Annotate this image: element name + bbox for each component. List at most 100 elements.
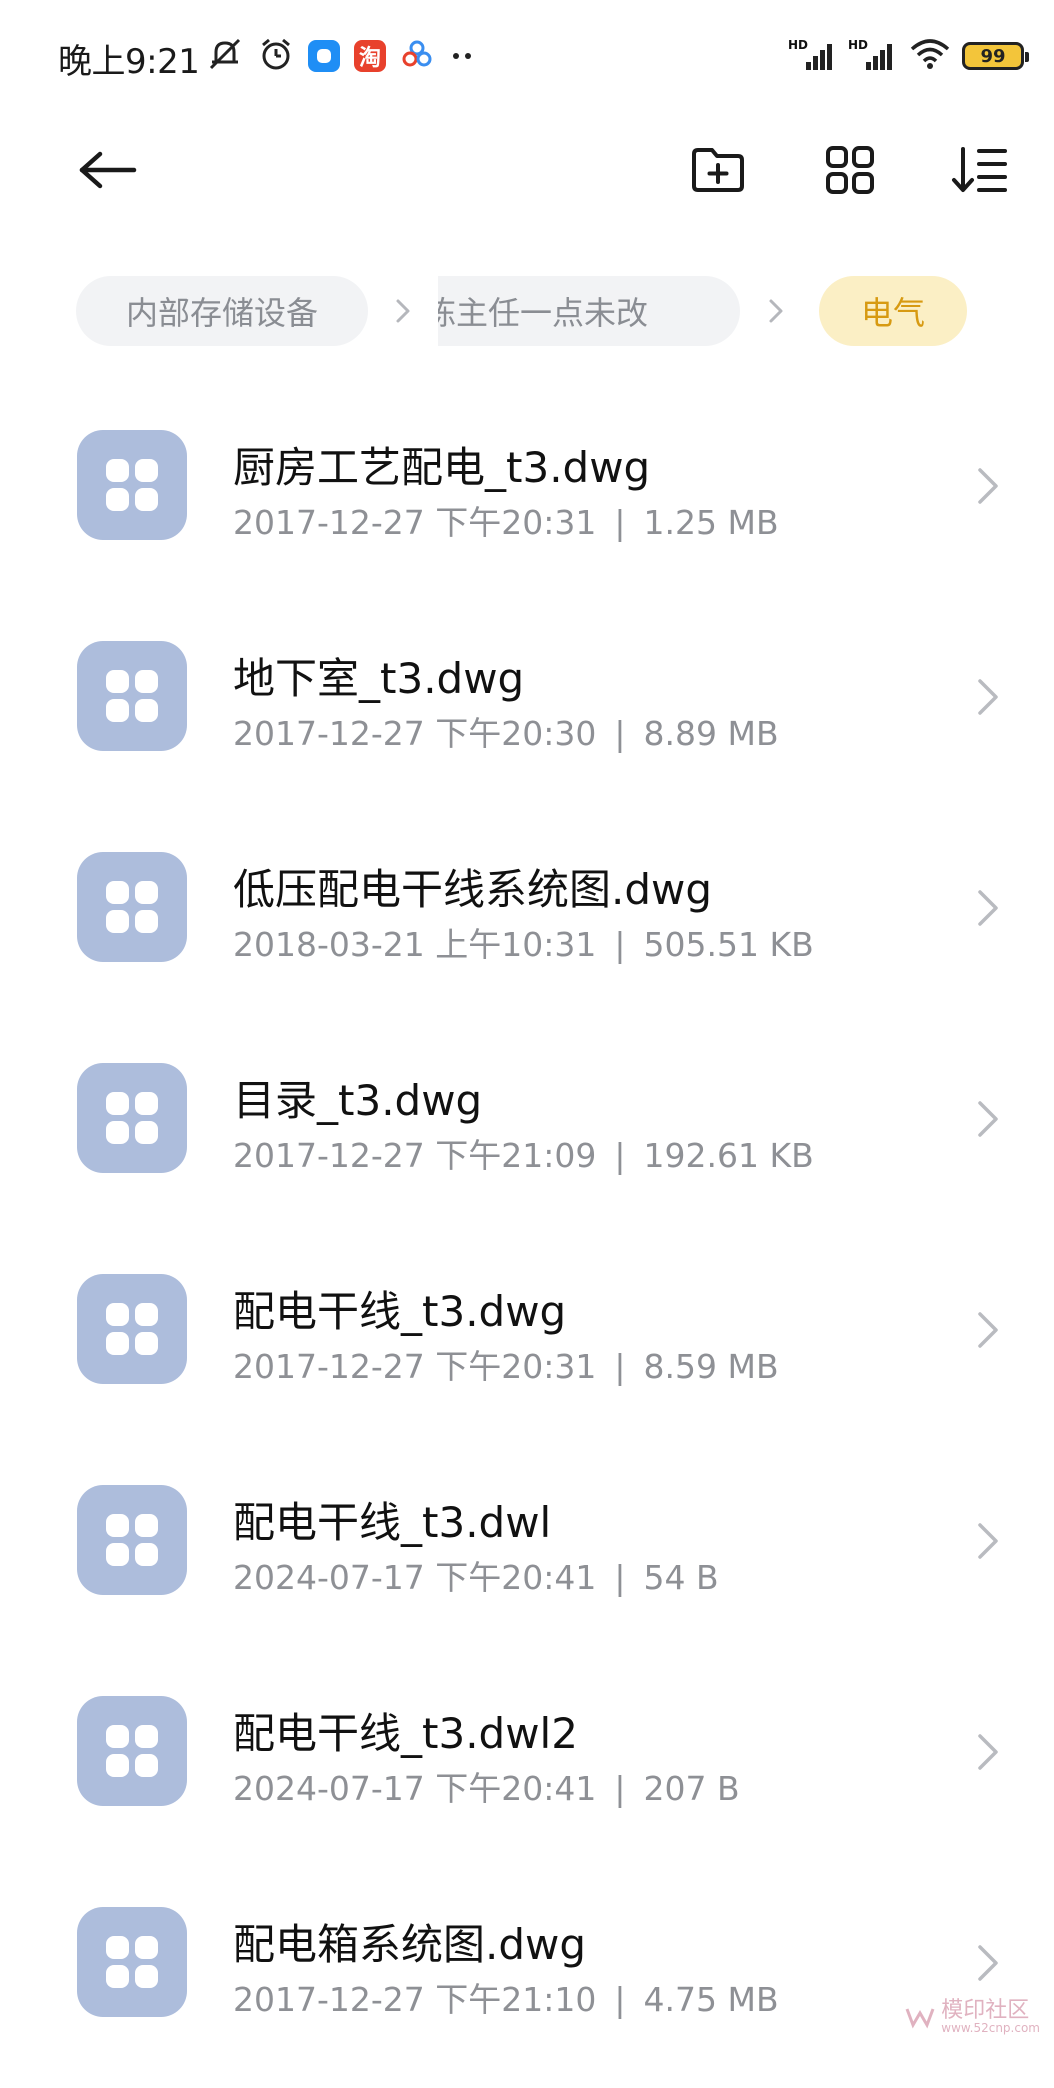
alarm-clock-icon (258, 36, 294, 76)
chevron-right-icon (978, 1101, 998, 1137)
breadcrumb: 内部存储设备 陈主任一点未改 电气 (76, 276, 1054, 348)
file-meta: 2024-07-17 下午20:41 | 54 B (233, 1551, 719, 1599)
arrow-left-icon (79, 151, 137, 189)
list-item[interactable]: 配电箱系统图.dwg 2017-12-27 下午21:10 | 4.75 MB (0, 1877, 1054, 2088)
watermark-logo-icon (905, 2008, 935, 2029)
status-right-icons: HD HD 99 (788, 36, 1029, 76)
back-button[interactable] (76, 138, 140, 202)
meta-separator: | (614, 925, 626, 964)
file-date: 2017-12-27 下午21:10 (233, 1980, 597, 2019)
file-list: 厨房工艺配电_t3.dwg 2017-12-27 下午20:31 | 1.25 MB 地… (0, 400, 1054, 2088)
breadcrumb-label: 电气 (860, 294, 925, 332)
file-name: 配电干线_t3.dwg (233, 1287, 567, 1336)
breadcrumb-label: 陈主任一点未改 (438, 294, 649, 332)
signal-icon: HD (788, 38, 838, 74)
watermark: 模印社区 www.52cnp.com (905, 2000, 1040, 2034)
file-meta: 2017-12-27 下午20:30 | 8.89 MB (233, 707, 779, 755)
file-size: 4.75 MB (643, 1980, 779, 2019)
meta-separator: | (614, 1136, 626, 1175)
file-date: 2018-03-21 上午10:31 (233, 925, 597, 964)
file-type-icon (77, 1063, 187, 1173)
list-item[interactable]: 低压配电干线系统图.dwg 2018-03-21 上午10:31 | 505.51 K… (0, 822, 1054, 1033)
breadcrumb-item-folder[interactable]: 陈主任一点未改 (438, 276, 740, 346)
breadcrumb-item-internal-storage[interactable]: 内部存储设备 (76, 276, 368, 346)
app-badge-blue-icon (308, 40, 340, 72)
meta-separator: | (614, 714, 626, 753)
file-type-icon (77, 852, 187, 962)
watermark-text: 模印社区 (941, 1998, 1030, 2023)
file-name: 配电干线_t3.dwl (233, 1498, 552, 1547)
file-size: 54 B (643, 1558, 719, 1597)
folder-plus-icon (692, 148, 744, 192)
list-item[interactable]: 目录_t3.dwg 2017-12-27 下午21:09 | 192.61 KB (0, 1033, 1054, 1244)
file-meta: 2017-12-27 下午20:31 | 1.25 MB (233, 496, 779, 544)
meta-separator: | (614, 1980, 626, 2019)
status-left-icons: 淘 (206, 36, 478, 76)
sort-button[interactable] (948, 138, 1012, 202)
chevron-right-icon (978, 1523, 998, 1559)
file-type-icon (77, 430, 187, 540)
app-badge-cluster-icon (400, 37, 434, 75)
chevron-right-icon (978, 679, 998, 715)
chevron-right-icon (978, 1945, 998, 1981)
status-time: 晚上9:21 (58, 42, 200, 82)
list-item[interactable]: 配电干线_t3.dwg 2017-12-27 下午20:31 | 8.59 MB (0, 1244, 1054, 1455)
grid-view-icon (826, 146, 874, 194)
file-type-icon (77, 641, 187, 751)
signal-icon: HD (848, 38, 898, 74)
file-size: 8.59 MB (643, 1347, 779, 1386)
file-date: 2017-12-27 下午20:30 (233, 714, 597, 753)
taobao-icon: 淘 (354, 40, 386, 72)
file-date: 2024-07-17 下午20:41 (233, 1769, 597, 1808)
file-size: 8.89 MB (643, 714, 779, 753)
chevron-right-icon (396, 299, 410, 323)
meta-separator: | (614, 1769, 626, 1808)
watermark-url: www.52cnp.com (941, 2021, 1040, 2035)
file-name: 目录_t3.dwg (233, 1076, 483, 1125)
meta-separator: | (614, 1347, 626, 1386)
file-size: 1.25 MB (643, 503, 779, 542)
meta-separator: | (614, 1558, 626, 1597)
file-name: 地下室_t3.dwg (233, 654, 525, 703)
file-meta: 2018-03-21 上午10:31 | 505.51 KB (233, 918, 814, 966)
file-date: 2017-12-27 下午21:09 (233, 1136, 597, 1175)
chevron-right-icon (978, 468, 998, 504)
list-item[interactable]: 厨房工艺配电_t3.dwg 2017-12-27 下午20:31 | 1.25 MB (0, 400, 1054, 611)
list-item[interactable]: 配电干线_t3.dwl 2024-07-17 下午20:41 | 54 B (0, 1455, 1054, 1666)
wifi-icon (908, 37, 952, 75)
mute-alarm-icon (206, 36, 244, 76)
list-item[interactable]: 地下室_t3.dwg 2017-12-27 下午20:30 | 8.89 MB (0, 611, 1054, 822)
status-bar: 晚上9:21 淘 HD HD 99 (0, 0, 1054, 112)
battery-indicator: 99 (962, 42, 1029, 70)
sort-icon (952, 147, 1007, 192)
file-type-icon (77, 1696, 187, 1806)
list-item[interactable]: 配电干线_t3.dwl2 2024-07-17 下午20:41 | 207 B (0, 1666, 1054, 1877)
new-folder-button[interactable] (686, 138, 750, 202)
meta-separator: | (614, 503, 626, 542)
chevron-right-icon (978, 890, 998, 926)
file-size: 207 B (643, 1769, 740, 1808)
file-size: 192.61 KB (643, 1136, 814, 1175)
chevron-right-icon (769, 299, 783, 323)
breadcrumb-item-current[interactable]: 电气 (819, 276, 967, 346)
file-size: 505.51 KB (643, 925, 814, 964)
file-name: 配电箱系统图.dwg (233, 1920, 587, 1969)
file-meta: 2024-07-17 下午20:41 | 207 B (233, 1762, 740, 1810)
file-date: 2017-12-27 下午20:31 (233, 1347, 597, 1386)
file-date: 2024-07-17 下午20:41 (233, 1558, 597, 1597)
file-meta: 2017-12-27 下午20:31 | 8.59 MB (233, 1340, 779, 1388)
view-toggle-button[interactable] (818, 138, 882, 202)
file-type-icon (77, 1274, 187, 1384)
toolbar (0, 112, 1054, 224)
chevron-right-icon (978, 1734, 998, 1770)
file-date: 2017-12-27 下午20:31 (233, 503, 597, 542)
file-meta: 2017-12-27 下午21:10 | 4.75 MB (233, 1973, 779, 2021)
file-name: 厨房工艺配电_t3.dwg (233, 443, 651, 492)
chevron-right-icon (978, 1312, 998, 1348)
file-name: 配电干线_t3.dwl2 (233, 1709, 578, 1758)
file-type-icon (77, 1485, 187, 1595)
file-name: 低压配电干线系统图.dwg (233, 865, 713, 914)
file-meta: 2017-12-27 下午21:09 | 192.61 KB (233, 1129, 814, 1177)
breadcrumb-label: 内部存储设备 (125, 294, 318, 332)
file-type-icon (77, 1907, 187, 2017)
